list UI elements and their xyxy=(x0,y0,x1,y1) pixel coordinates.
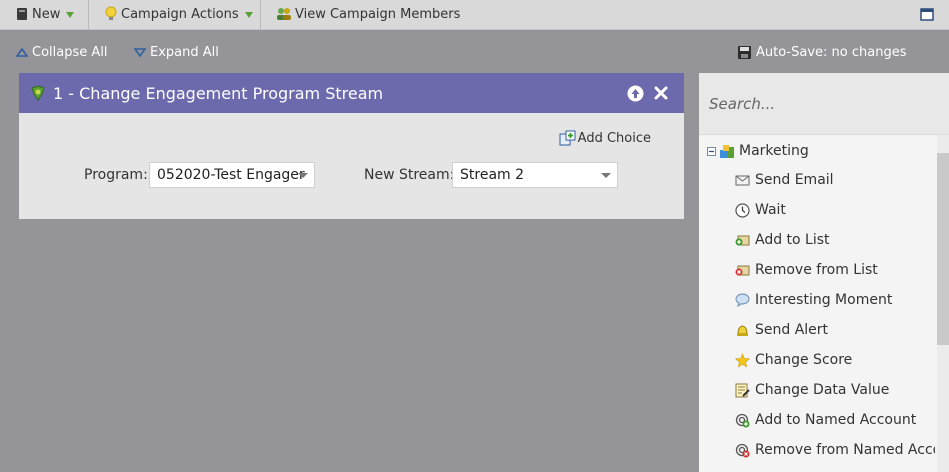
tree-node-marketing[interactable]: Marketing xyxy=(707,143,809,159)
remove-list-icon xyxy=(735,263,750,277)
new-stream-select[interactable]: Stream 2 xyxy=(452,162,618,188)
delete-step-button[interactable] xyxy=(652,84,670,102)
add-choice-icon xyxy=(559,130,576,146)
expand-all-button[interactable]: Expand All xyxy=(134,45,219,60)
add-account-icon xyxy=(735,413,750,428)
palette-item-send-alert[interactable]: Send Alert xyxy=(735,322,828,338)
palette-item-add-to-named-account[interactable]: Add to Named Account xyxy=(735,412,916,428)
palette-search-box xyxy=(699,73,949,135)
arrow-up-circle-icon xyxy=(627,85,644,102)
palette-item-label: Send Alert xyxy=(755,322,829,338)
engagement-program-icon xyxy=(29,84,47,102)
new-menu-button[interactable]: New xyxy=(16,0,75,28)
palette-item-remove-from-named-account[interactable]: Remove from Named Account xyxy=(735,442,935,458)
view-campaign-members-button[interactable]: View Campaign Members xyxy=(276,0,460,28)
view-campaign-members-label: View Campaign Members xyxy=(295,6,461,22)
program-field-label: Program: xyxy=(84,167,148,183)
palette-item-change-data-value[interactable]: Change Data Value xyxy=(735,382,889,398)
add-choice-label: Add Choice xyxy=(577,130,651,146)
palette-item-label: Remove from Named Account xyxy=(755,442,935,458)
program-select-value: 052020-Test Engager xyxy=(157,167,305,183)
autosave-status: Auto-Save: no changes xyxy=(737,45,906,60)
palette-item-change-score[interactable]: Change Score xyxy=(735,352,852,368)
window-icon xyxy=(920,7,934,21)
speech-bubble-icon xyxy=(735,293,750,307)
flow-step-card: 1 - Change Engagement Program Stream Add… xyxy=(19,73,684,219)
clock-icon xyxy=(735,202,750,218)
toolbar-divider xyxy=(88,0,89,30)
flow-actions-palette: Marketing Send Email Wait Add to List Re… xyxy=(699,73,949,472)
new-document-icon xyxy=(16,7,28,21)
new-label: New xyxy=(32,6,61,22)
palette-item-interesting-moment[interactable]: Interesting Moment xyxy=(735,292,892,308)
bell-icon xyxy=(735,323,750,338)
chevron-down-icon xyxy=(601,173,611,178)
palette-tree: Marketing Send Email Wait Add to List Re… xyxy=(699,135,935,472)
remove-account-icon xyxy=(735,443,750,458)
palette-item-label: Change Score xyxy=(755,352,853,368)
collapse-triangle-icon xyxy=(16,48,28,57)
collapse-all-label: Collapse All xyxy=(32,45,108,60)
email-icon xyxy=(735,174,750,187)
expand-triangle-icon xyxy=(134,48,146,57)
palette-item-wait[interactable]: Wait xyxy=(735,202,786,218)
add-choice-button[interactable]: Add Choice xyxy=(559,130,651,146)
expand-all-label: Expand All xyxy=(150,45,219,60)
dropdown-arrow-icon xyxy=(66,11,75,18)
star-icon xyxy=(735,352,750,368)
edit-data-icon xyxy=(735,383,750,398)
window-maximize-button[interactable] xyxy=(920,0,934,28)
flow-step-header[interactable]: 1 - Change Engagement Program Stream xyxy=(19,73,684,113)
palette-search-input[interactable] xyxy=(709,92,929,116)
autosave-label: Auto-Save: no changes xyxy=(756,45,907,60)
new-stream-select-value: Stream 2 xyxy=(460,167,525,183)
flow-step-title: 1 - Change Engagement Program Stream xyxy=(53,83,384,103)
flow-actions-bar: Collapse All Expand All Auto-Save: no ch… xyxy=(0,33,949,73)
tree-node-marketing-label: Marketing xyxy=(739,143,809,159)
campaign-actions-button[interactable]: Campaign Actions xyxy=(105,0,253,28)
collapse-all-button[interactable]: Collapse All xyxy=(16,45,108,60)
palette-item-send-email[interactable]: Send Email xyxy=(735,172,834,188)
program-select[interactable]: 052020-Test Engager xyxy=(149,162,315,188)
collapse-minus-icon[interactable] xyxy=(707,146,716,156)
lightbulb-icon xyxy=(105,6,117,22)
campaign-actions-label: Campaign Actions xyxy=(121,6,239,22)
palette-item-label: Remove from List xyxy=(755,262,878,278)
palette-item-label: Add to Named Account xyxy=(755,412,917,428)
palette-item-add-to-list[interactable]: Add to List xyxy=(735,232,830,248)
top-toolbar: New Campaign Actions View Campaign Membe… xyxy=(0,0,949,30)
palette-item-remove-from-list[interactable]: Remove from List xyxy=(735,262,878,278)
close-icon xyxy=(654,86,668,100)
palette-item-label: Change Data Value xyxy=(755,382,890,398)
dropdown-arrow-icon xyxy=(244,11,253,18)
palette-item-label: Add to List xyxy=(755,232,830,248)
marketing-folder-icon xyxy=(719,144,735,159)
people-icon xyxy=(276,7,292,21)
save-disk-icon xyxy=(737,45,752,60)
new-stream-field-label: New Stream: xyxy=(364,167,455,183)
palette-scrollbar-thumb[interactable] xyxy=(937,153,949,345)
chevron-down-icon xyxy=(298,173,308,178)
palette-item-label: Interesting Moment xyxy=(755,292,893,308)
palette-item-label: Send Email xyxy=(755,172,834,188)
add-list-icon xyxy=(735,233,750,247)
palette-item-label: Wait xyxy=(755,202,786,218)
move-up-button[interactable] xyxy=(626,84,644,102)
toolbar-divider xyxy=(260,0,261,30)
